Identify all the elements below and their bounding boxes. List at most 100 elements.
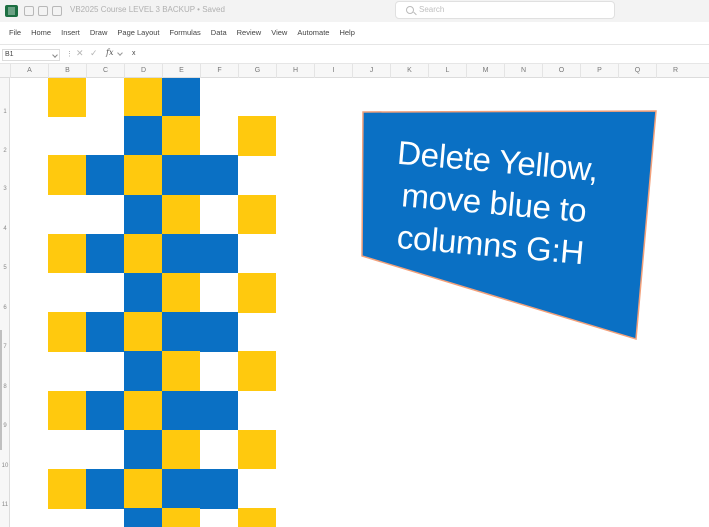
blue-cell[interactable]	[124, 429, 162, 470]
cancel-icon[interactable]: ✕	[76, 48, 84, 59]
yellow-cell[interactable]	[48, 390, 86, 431]
blue-cell[interactable]	[124, 273, 162, 313]
row-header-4[interactable]: 4	[0, 226, 10, 232]
yellow-cell[interactable]	[124, 233, 162, 274]
column-header-e[interactable]: E	[162, 64, 200, 78]
yellow-cell[interactable]	[162, 194, 200, 235]
search-placeholder: Search	[419, 5, 445, 14]
ribbon-tab-draw[interactable]: Draw	[85, 28, 113, 37]
column-header-g[interactable]: G	[238, 64, 276, 78]
blue-cell[interactable]	[86, 233, 124, 274]
yellow-cell[interactable]	[124, 155, 162, 196]
ribbon-tab-insert[interactable]: Insert	[56, 28, 85, 37]
chevron-down-icon[interactable]	[117, 50, 123, 56]
blue-cell[interactable]	[200, 312, 238, 352]
yellow-cell[interactable]	[124, 469, 162, 509]
row-header-6[interactable]: 6	[0, 305, 10, 311]
ribbon-tab-review[interactable]: Review	[232, 28, 267, 37]
column-header-i[interactable]: I	[314, 64, 352, 78]
search-input[interactable]: Search	[395, 1, 615, 19]
column-header-h[interactable]: H	[276, 64, 314, 78]
yellow-cell[interactable]	[124, 390, 162, 431]
blue-cell[interactable]	[162, 312, 200, 352]
formula-input[interactable]: x	[132, 50, 136, 57]
ribbon-tab-view[interactable]: View	[266, 28, 292, 37]
instruction-shape[interactable]: Delete Yellow, move blue to columns G:H	[360, 110, 660, 340]
blue-cell[interactable]	[86, 312, 124, 352]
column-header-c[interactable]: C	[86, 64, 124, 78]
yellow-cell[interactable]	[48, 469, 86, 509]
yellow-cell[interactable]	[162, 116, 200, 156]
column-header-l[interactable]: L	[428, 64, 466, 78]
blue-cell[interactable]	[162, 233, 200, 274]
column-header-d[interactable]: D	[124, 64, 162, 78]
yellow-cell[interactable]	[48, 312, 86, 352]
row-header-10[interactable]: 10	[0, 463, 10, 469]
insert-function-icon[interactable]: fx	[106, 48, 113, 57]
blue-cell[interactable]	[86, 155, 124, 196]
yellow-cell[interactable]	[238, 429, 276, 470]
blue-cell[interactable]	[200, 155, 238, 196]
search-icon	[406, 6, 414, 14]
ribbon-tab-formulas[interactable]: Formulas	[165, 28, 206, 37]
column-header-p[interactable]: P	[580, 64, 618, 78]
excel-logo-icon	[5, 5, 18, 17]
column-header-j[interactable]: J	[352, 64, 390, 78]
row-header-5[interactable]: 5	[0, 265, 10, 271]
blue-cell[interactable]	[162, 155, 200, 196]
blue-cell[interactable]	[162, 390, 200, 431]
ribbon-tab-data[interactable]: Data	[206, 28, 232, 37]
yellow-cell[interactable]	[124, 78, 162, 117]
yellow-cell[interactable]	[238, 273, 276, 313]
yellow-cell[interactable]	[48, 78, 86, 117]
name-box[interactable]: B1	[2, 49, 60, 61]
blue-cell[interactable]	[124, 116, 162, 156]
blue-cell[interactable]	[124, 194, 162, 235]
column-header-m[interactable]: M	[466, 64, 504, 78]
ribbon-tab-file[interactable]: File	[4, 28, 26, 37]
column-header-o[interactable]: O	[542, 64, 580, 78]
yellow-cell[interactable]	[124, 312, 162, 352]
row-header-11[interactable]: 11	[0, 502, 10, 508]
enter-icon[interactable]: ✓	[90, 48, 98, 59]
blue-cell[interactable]	[86, 390, 124, 431]
column-header-n[interactable]: N	[504, 64, 542, 78]
chevron-down-icon[interactable]	[52, 52, 58, 58]
ribbon-tab-automate[interactable]: Automate	[292, 28, 334, 37]
yellow-cell[interactable]	[162, 273, 200, 313]
row-header-1[interactable]: 1	[0, 109, 10, 115]
yellow-cell[interactable]	[238, 116, 276, 156]
autosave-icon[interactable]	[24, 6, 34, 16]
ribbon-tab-help[interactable]: Help	[334, 28, 359, 37]
blue-cell[interactable]	[124, 508, 162, 527]
column-header-k[interactable]: K	[390, 64, 428, 78]
yellow-cell[interactable]	[162, 508, 200, 527]
yellow-cell[interactable]	[238, 194, 276, 235]
blue-cell[interactable]	[86, 469, 124, 509]
blue-cell[interactable]	[162, 78, 200, 117]
ribbon-tab-page-layout[interactable]: Page Layout	[112, 28, 164, 37]
save-icon[interactable]	[38, 6, 48, 16]
blue-cell[interactable]	[200, 233, 238, 274]
blue-cell[interactable]	[200, 469, 238, 509]
column-header-a[interactable]: A	[10, 64, 48, 78]
blue-cell[interactable]	[124, 351, 162, 392]
row-header-2[interactable]: 2	[0, 148, 10, 154]
row-header-3[interactable]: 3	[0, 186, 10, 192]
yellow-cell[interactable]	[48, 233, 86, 274]
yellow-cell[interactable]	[48, 155, 86, 196]
yellow-cell[interactable]	[162, 351, 200, 392]
column-header-f[interactable]: F	[200, 64, 238, 78]
blue-cell[interactable]	[200, 390, 238, 431]
select-all-corner[interactable]	[0, 64, 10, 78]
yellow-cell[interactable]	[238, 351, 276, 392]
yellow-cell[interactable]	[238, 508, 276, 527]
column-header-r[interactable]: R	[656, 64, 694, 78]
ribbon: File Home Insert Draw Page Layout Formulas Dat…	[0, 22, 709, 44]
ribbon-tab-home[interactable]: Home	[26, 28, 56, 37]
column-header-b[interactable]: B	[48, 64, 86, 78]
column-header-q[interactable]: Q	[618, 64, 656, 78]
yellow-cell[interactable]	[162, 429, 200, 470]
blue-cell[interactable]	[162, 469, 200, 509]
undo-icon[interactable]	[52, 6, 62, 16]
